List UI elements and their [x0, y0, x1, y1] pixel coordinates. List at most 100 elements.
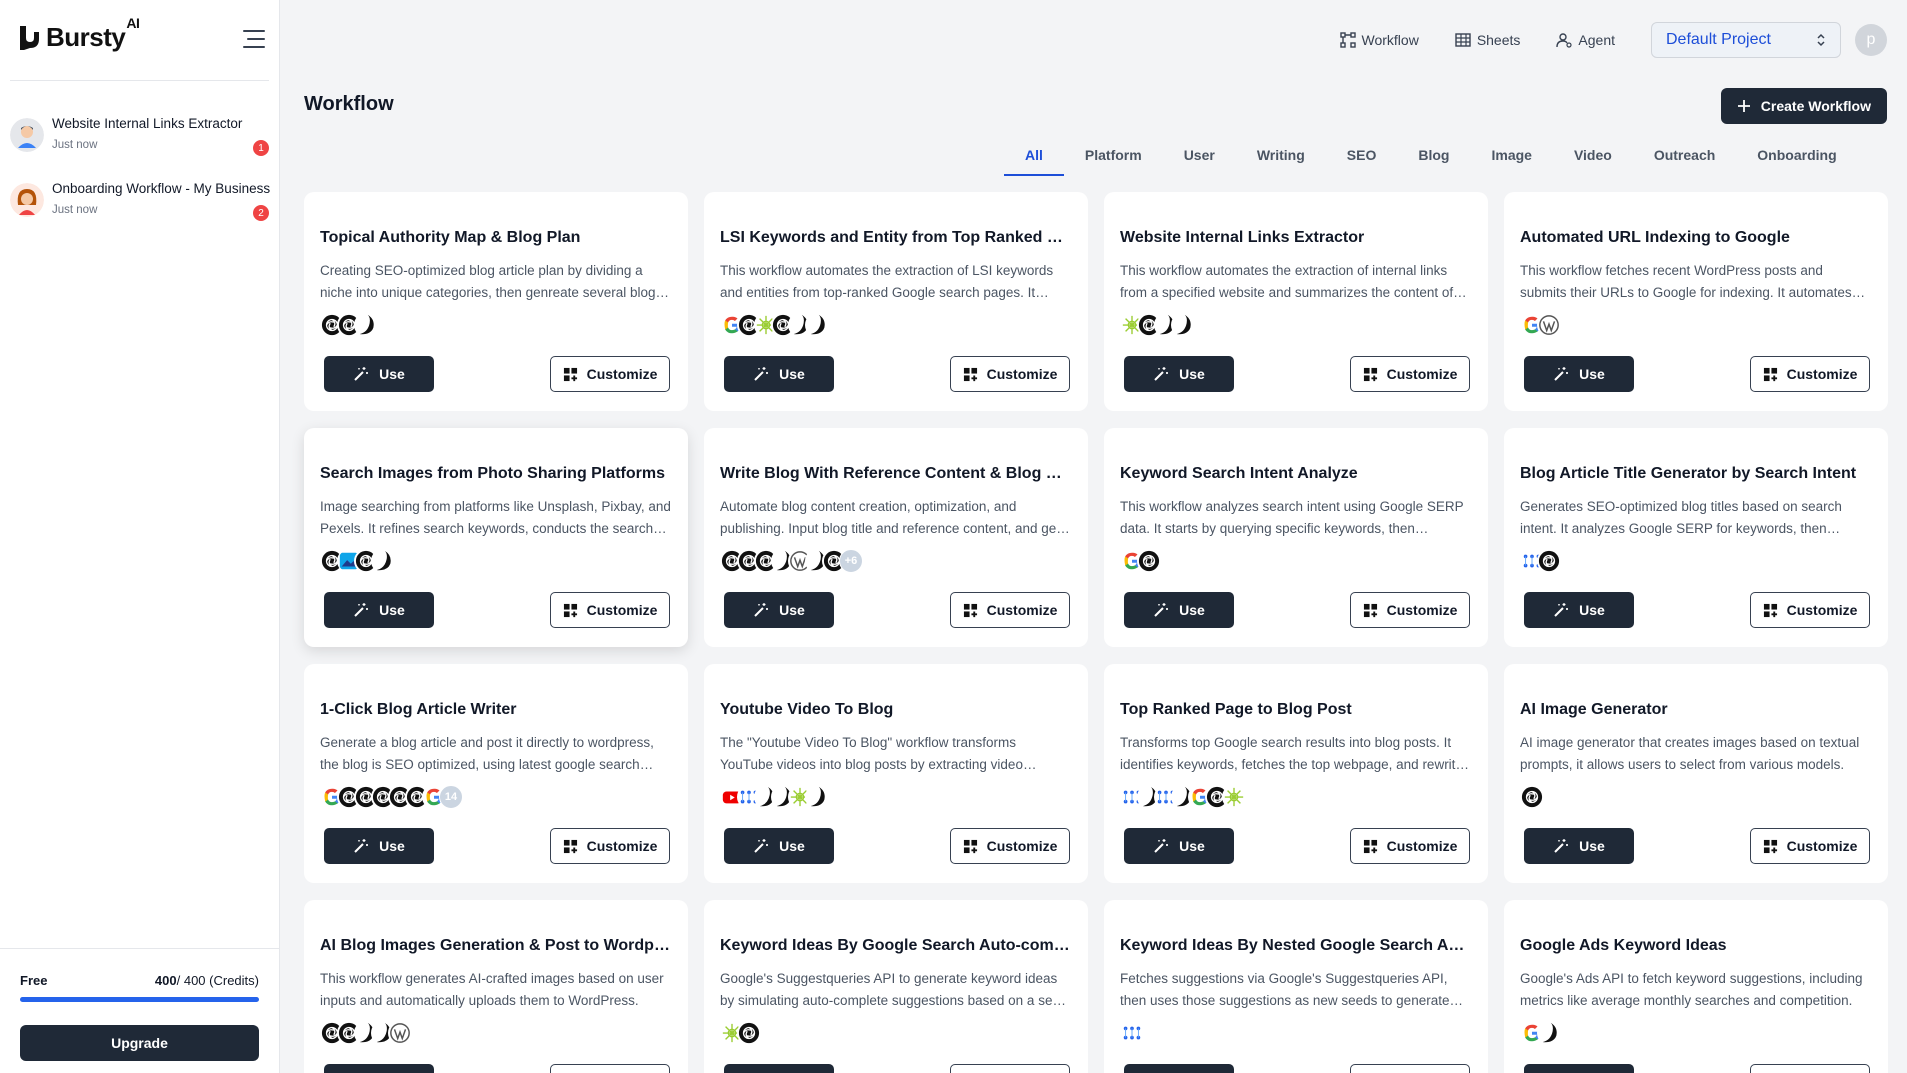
brand-name: BurstyAI: [46, 15, 140, 52]
workflow-card[interactable]: Search Images from Photo Sharing Platfor…: [304, 428, 688, 647]
use-button[interactable]: Use: [1124, 592, 1234, 628]
use-button[interactable]: Use: [724, 1064, 834, 1073]
workflow-card[interactable]: AI Image Generator AI image generator tha…: [1504, 664, 1888, 883]
workflow-card[interactable]: LSI Keywords and Entity from Top Ranked …: [704, 192, 1088, 411]
magic-wand-icon: [1154, 839, 1169, 853]
nav-sheets[interactable]: Sheets: [1455, 32, 1520, 48]
customize-button[interactable]: Customize: [1750, 592, 1870, 628]
use-button[interactable]: Use: [324, 592, 434, 628]
customize-button[interactable]: Customize: [1750, 356, 1870, 392]
claude-icon: [805, 313, 829, 337]
menu-icon[interactable]: [243, 30, 265, 48]
integration-icons: [320, 1021, 412, 1047]
use-button[interactable]: Use: [324, 356, 434, 392]
workflow-card[interactable]: Youtube Video To Blog The "Youtube Video …: [704, 664, 1088, 883]
workflow-card[interactable]: Keyword Ideas By Nested Google Search Au…: [1104, 900, 1488, 1073]
nav-agent[interactable]: Agent: [1556, 32, 1615, 48]
use-button[interactable]: Use: [724, 828, 834, 864]
wordpress-icon: [388, 1021, 412, 1045]
workflow-card[interactable]: Write Blog With Reference Content & Blog…: [704, 428, 1088, 647]
integration-icons: [320, 313, 378, 339]
workflow-card[interactable]: Blog Article Title Generator by Search I…: [1504, 428, 1888, 647]
claude-icon: [805, 785, 829, 809]
workflow-card[interactable]: Keyword Search Intent Analyze This workfl…: [1104, 428, 1488, 647]
card-title: Website Internal Links Extractor: [1120, 229, 1365, 246]
customize-button[interactable]: Customize: [1350, 828, 1470, 864]
workflow-card[interactable]: AI Blog Images Generation & Post to Word…: [304, 900, 688, 1073]
tab-onboarding[interactable]: Onboarding: [1736, 144, 1857, 176]
history-item[interactable]: Onboarding Workflow - My Business Just n…: [10, 175, 270, 240]
use-button[interactable]: Use: [1524, 828, 1634, 864]
magic-wand-icon: [1554, 839, 1569, 853]
tab-writing[interactable]: Writing: [1236, 144, 1326, 176]
workflow-card[interactable]: Automated URL Indexing to Google This wor…: [1504, 192, 1888, 411]
project-select[interactable]: Default Project: [1651, 22, 1841, 58]
magic-wand-icon: [1154, 603, 1169, 617]
history-item[interactable]: Website Internal Links Extractor Just no…: [10, 110, 269, 175]
workflow-card[interactable]: Topical Authority Map & Blog Plan Creatin…: [304, 192, 688, 411]
tab-outreach[interactable]: Outreach: [1633, 144, 1736, 176]
workflow-icon: [1339, 32, 1356, 48]
customize-button[interactable]: Customize: [1350, 356, 1470, 392]
customize-button-label: Customize: [1786, 602, 1858, 618]
credits-progress-bar: [20, 997, 259, 1002]
tab-video[interactable]: Video: [1553, 144, 1633, 176]
customize-button[interactable]: Customize: [950, 1064, 1070, 1073]
tab-image[interactable]: Image: [1470, 144, 1552, 176]
grid-plus-icon: [563, 367, 577, 381]
page-title: Workflow: [304, 93, 394, 115]
sidebar-divider: [10, 80, 269, 81]
use-button[interactable]: Use: [724, 592, 834, 628]
card-description: Transforms top Google search results int…: [1120, 735, 1470, 772]
use-button[interactable]: Use: [1124, 1064, 1234, 1073]
use-button[interactable]: Use: [1124, 356, 1234, 392]
card-title: Keyword Search Intent Analyze: [1120, 465, 1358, 482]
card-title: Keyword Ideas By Google Search Auto-comp…: [720, 937, 1072, 954]
upgrade-button[interactable]: Upgrade: [20, 1025, 259, 1061]
customize-button[interactable]: Customize: [550, 356, 670, 392]
brand-logo[interactable]: BurstyAI: [18, 15, 140, 53]
customize-button[interactable]: Customize: [1750, 1064, 1870, 1073]
workflow-card[interactable]: Top Ranked Page to Blog Post Transforms t…: [1104, 664, 1488, 883]
customize-button[interactable]: Customize: [950, 592, 1070, 628]
customize-button[interactable]: Customize: [550, 1064, 670, 1073]
use-button[interactable]: Use: [724, 356, 834, 392]
integration-icons: [1120, 549, 1161, 575]
use-button-label: Use: [379, 602, 405, 618]
customize-button[interactable]: Customize: [1350, 1064, 1470, 1073]
card-title: Youtube Video To Blog: [720, 701, 894, 718]
customize-button[interactable]: Customize: [550, 592, 670, 628]
use-button[interactable]: Use: [1124, 828, 1234, 864]
table-icon: [1455, 33, 1471, 47]
integration-icons: [720, 313, 829, 339]
customize-button[interactable]: Customize: [950, 828, 1070, 864]
tab-user[interactable]: User: [1163, 144, 1236, 176]
workflow-card[interactable]: Keyword Ideas By Google Search Auto-comp…: [704, 900, 1088, 1073]
use-button[interactable]: Use: [1524, 1064, 1634, 1073]
create-workflow-button[interactable]: Create Workflow: [1720, 88, 1887, 124]
user-avatar[interactable]: p: [1855, 24, 1887, 56]
credits-panel: Free 400/ 400 (Credits) Upgrade: [0, 948, 279, 1073]
user-gear-icon: [1556, 33, 1573, 48]
integration-icons: [1120, 1021, 1144, 1047]
workflow-card[interactable]: Website Internal Links Extractor This wor…: [1104, 192, 1488, 411]
customize-button[interactable]: Customize: [950, 356, 1070, 392]
use-button[interactable]: Use: [324, 1064, 434, 1073]
workflow-card[interactable]: 1-Click Blog Article Writer Generate a bl…: [304, 664, 688, 883]
tab-all[interactable]: All: [1004, 144, 1064, 176]
customize-button[interactable]: Customize: [1350, 592, 1470, 628]
nav-workflow[interactable]: Workflow: [1339, 32, 1419, 48]
tab-platform[interactable]: Platform: [1064, 144, 1163, 176]
customize-button[interactable]: Customize: [1750, 828, 1870, 864]
claude-icon: [371, 549, 395, 573]
use-button[interactable]: Use: [324, 828, 434, 864]
tab-blog[interactable]: Blog: [1397, 144, 1470, 176]
use-button[interactable]: Use: [1524, 356, 1634, 392]
workflow-card[interactable]: Google Ads Keyword Ideas Google's Ads API…: [1504, 900, 1888, 1073]
integration-icons: [720, 1021, 761, 1047]
use-button[interactable]: Use: [1524, 592, 1634, 628]
customize-button[interactable]: Customize: [550, 828, 670, 864]
openai-icon: [737, 1021, 761, 1045]
tab-seo[interactable]: SEO: [1326, 144, 1398, 176]
grid-plus-icon: [1363, 603, 1377, 617]
